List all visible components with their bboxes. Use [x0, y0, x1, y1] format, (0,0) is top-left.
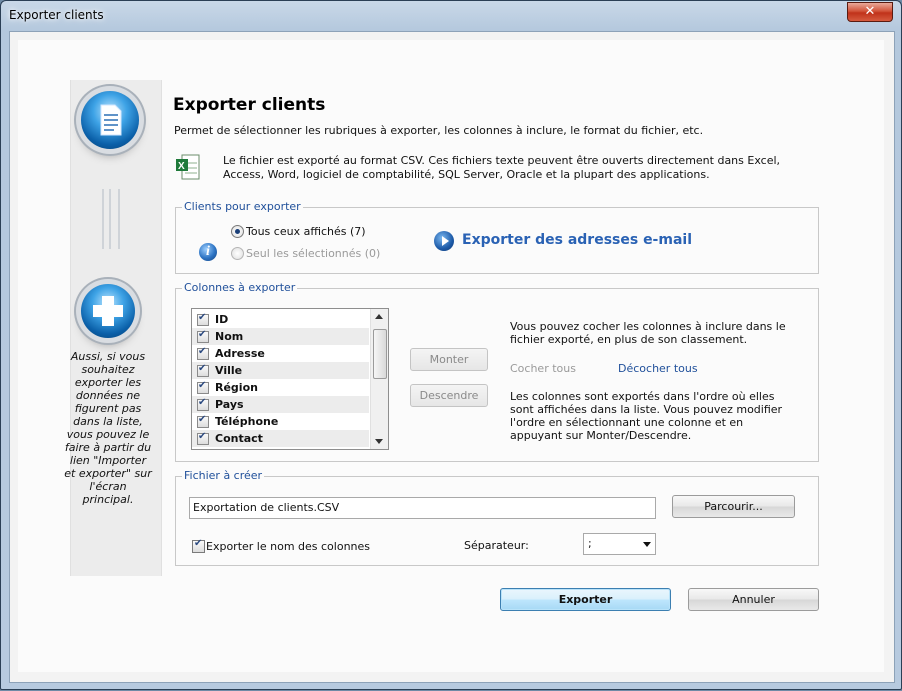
- page-subtitle: Permet de sélectionner les rubriques à e…: [174, 124, 704, 137]
- page-title: Exporter clients: [173, 95, 326, 115]
- play-icon[interactable]: [434, 231, 454, 251]
- export-emails-link[interactable]: Exporter des adresses e-mail: [462, 232, 692, 248]
- column-label: Ville: [215, 364, 243, 377]
- column-checkbox[interactable]: [197, 397, 209, 411]
- list-item[interactable]: Téléphone: [192, 413, 369, 430]
- file-group-legend: Fichier à créer: [182, 469, 265, 482]
- excel-csv-icon: X: [175, 153, 201, 181]
- list-item[interactable]: Pays: [192, 396, 369, 413]
- window-title: Exporter clients: [9, 8, 104, 22]
- clients-group-legend: Clients pour exporter: [182, 200, 303, 213]
- column-label: Nom: [215, 330, 244, 343]
- separator-select[interactable]: ;: [583, 533, 656, 555]
- cancel-button[interactable]: Annuler: [688, 588, 819, 611]
- export-headers-label[interactable]: Exporter le nom des colonnes: [206, 540, 370, 553]
- columns-group-legend: Colonnes à exporter: [182, 281, 298, 294]
- sidebar-note: Aussi, si vous souhaitez exporter les do…: [64, 350, 152, 506]
- column-checkbox[interactable]: [197, 414, 209, 428]
- scroll-up-icon[interactable]: [375, 314, 383, 319]
- radio-all-displayed-label[interactable]: Tous ceux affichés (7): [246, 225, 366, 238]
- list-item[interactable]: Nom: [192, 328, 369, 345]
- move-up-button[interactable]: Monter: [410, 348, 488, 371]
- column-label: Téléphone: [215, 415, 279, 428]
- list-item[interactable]: Contact: [192, 430, 369, 447]
- plus-icon-glyph: [93, 296, 123, 326]
- scroll-thumb[interactable]: [373, 329, 387, 379]
- scroll-down-icon[interactable]: [375, 439, 383, 444]
- list-item[interactable]: Ville: [192, 362, 369, 379]
- list-scrollbar[interactable]: [370, 309, 388, 449]
- column-checkbox[interactable]: [197, 329, 209, 343]
- document-orb-icon: [81, 91, 139, 149]
- filename-input[interactable]: Exportation de clients.CSV: [189, 497, 656, 519]
- svg-text:X: X: [178, 161, 185, 172]
- check-all-link: Cocher tous: [510, 362, 576, 375]
- separator-value: ;: [588, 537, 592, 550]
- radio-selected-only-label: Seul les sélectionnés (0): [246, 247, 381, 260]
- column-checkbox[interactable]: [197, 363, 209, 377]
- column-label: Région: [215, 381, 258, 394]
- uncheck-all-link[interactable]: Décocher tous: [618, 362, 698, 375]
- list-item[interactable]: ID: [192, 311, 369, 328]
- plus-orb-icon: [81, 284, 135, 338]
- radio-selected-only: [231, 247, 244, 260]
- column-checkbox[interactable]: [197, 380, 209, 394]
- column-label: ID: [215, 313, 229, 326]
- export-headers-checkbox[interactable]: [192, 538, 205, 553]
- column-checkbox[interactable]: [197, 431, 209, 445]
- info-icon: i: [199, 243, 217, 261]
- close-button[interactable]: ✕: [847, 2, 893, 22]
- export-button[interactable]: Exporter: [500, 588, 671, 611]
- list-item[interactable]: Région: [192, 379, 369, 396]
- columns-list[interactable]: ID Nom Adresse Ville Région Pays Télépho…: [191, 308, 389, 450]
- columns-info-bottom: Les colonnes sont exportés dans l'ordre …: [510, 390, 783, 442]
- column-label: Pays: [215, 398, 244, 411]
- column-checkbox[interactable]: [197, 346, 209, 360]
- browse-button[interactable]: Parcourir...: [672, 495, 795, 518]
- radio-all-displayed[interactable]: [231, 225, 244, 238]
- column-label: Contact: [215, 432, 263, 445]
- column-label: Adresse: [215, 347, 265, 360]
- sidebar-divider: [102, 189, 120, 249]
- document-icon-glyph: [100, 104, 122, 136]
- move-down-button[interactable]: Descendre: [410, 384, 488, 407]
- columns-info-top: Vous pouvez cocher les colonnes à inclur…: [510, 320, 786, 346]
- chevron-down-icon[interactable]: [643, 542, 651, 547]
- dialog-window: Exporter clients ✕ Aussi, si vous souhai…: [0, 0, 902, 690]
- column-checkbox[interactable]: [197, 312, 209, 326]
- separator-label: Séparateur:: [464, 539, 529, 552]
- csv-info-text: Le fichier est exporté au format CSV. Ce…: [223, 154, 781, 181]
- list-item[interactable]: Adresse: [192, 345, 369, 362]
- title-bar[interactable]: Exporter clients ✕: [1, 1, 901, 31]
